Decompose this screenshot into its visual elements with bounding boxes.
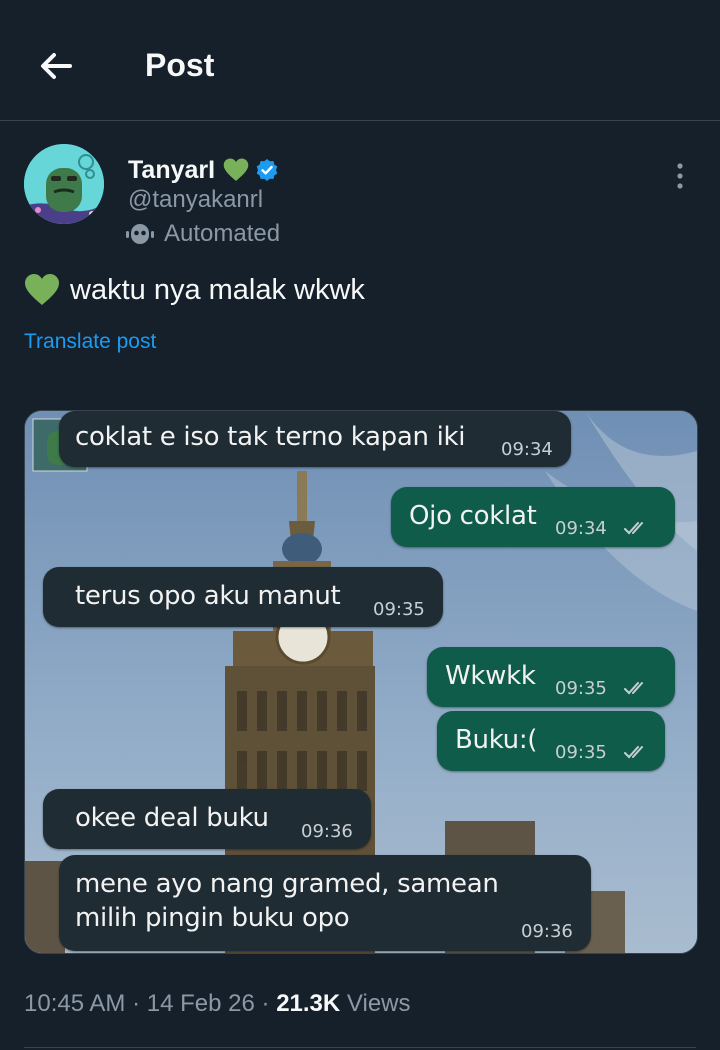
post-text: waktu nya malak wkwk bbox=[24, 273, 365, 307]
avatar[interactable] bbox=[24, 144, 104, 224]
message-text: okee deal buku bbox=[75, 803, 269, 833]
bot-icon bbox=[126, 224, 154, 244]
chat-bubble-incoming: okee deal buku 09:36 bbox=[43, 789, 371, 849]
views-label[interactable]: Views bbox=[347, 990, 411, 1017]
translate-post-link[interactable]: Translate post bbox=[24, 330, 156, 354]
green-heart-icon bbox=[25, 274, 59, 305]
back-arrow-icon bbox=[41, 53, 72, 79]
chat-bubble-incoming: coklat e iso tak terno kapan iki 09:34 bbox=[59, 411, 571, 467]
message-time: 09:35 bbox=[555, 742, 607, 763]
verified-badge-icon bbox=[256, 159, 278, 181]
message-time: 09:34 bbox=[501, 439, 553, 460]
views-count[interactable]: 21.3K bbox=[276, 990, 340, 1017]
message-time: 09:36 bbox=[301, 821, 353, 842]
page-title: Post bbox=[145, 47, 215, 83]
message-time: 09:35 bbox=[555, 678, 607, 699]
more-options-button[interactable] bbox=[664, 158, 696, 194]
automated-badge[interactable]: Automated bbox=[124, 219, 280, 249]
double-check-icon bbox=[624, 746, 643, 759]
chat-bubble-incoming: mene ayo nang gramed, samean milih pingi… bbox=[59, 855, 591, 951]
post-text-content: waktu nya malak wkwk bbox=[70, 273, 365, 306]
message-text: Wkwkk bbox=[445, 661, 536, 691]
author-name[interactable]: TanyarI bbox=[128, 156, 215, 185]
message-text: Buku:( bbox=[455, 725, 538, 755]
green-heart-icon bbox=[223, 158, 249, 181]
message-text-line-2: milih pingin buku opo bbox=[75, 903, 350, 933]
chat-bubble-outgoing: Wkwkk 09:35 bbox=[427, 647, 675, 707]
divider bbox=[24, 1047, 696, 1048]
post-time[interactable]: 10:45 AM bbox=[24, 990, 125, 1017]
message-time: 09:34 bbox=[555, 518, 607, 539]
more-vertical-icon bbox=[677, 163, 683, 189]
meta-separator: · bbox=[261, 990, 270, 1017]
message-time: 09:35 bbox=[373, 599, 425, 620]
message-text-line-1: mene ayo nang gramed, samean bbox=[75, 869, 499, 899]
author-name-row[interactable]: TanyarI bbox=[128, 155, 279, 185]
automated-label: Automated bbox=[164, 220, 281, 247]
author-handle[interactable]: @tanyakanrl bbox=[128, 186, 263, 214]
top-bar: Post bbox=[0, 0, 720, 121]
message-time: 09:36 bbox=[521, 921, 573, 942]
meta-separator: · bbox=[132, 990, 141, 1017]
post-image[interactable]: coklat e iso tak terno kapan iki 09:34 O… bbox=[24, 410, 698, 954]
double-check-icon bbox=[624, 682, 643, 695]
post-meta: 10:45 AM · 14 Feb 26 · 21.3K Views bbox=[24, 990, 411, 1018]
chat-bubble-incoming: terus opo aku manut 09:35 bbox=[43, 567, 443, 627]
post-date[interactable]: 14 Feb 26 bbox=[147, 990, 255, 1017]
message-text: terus opo aku manut bbox=[75, 581, 341, 611]
message-text: Ojo coklat bbox=[409, 501, 537, 531]
double-check-icon bbox=[624, 522, 643, 535]
chat-bubble-outgoing: Buku:( 09:35 bbox=[437, 711, 665, 771]
message-text: coklat e iso tak terno kapan iki bbox=[75, 422, 466, 452]
back-button[interactable] bbox=[34, 44, 78, 88]
chat-bubble-outgoing: Ojo coklat 09:34 bbox=[391, 487, 675, 547]
